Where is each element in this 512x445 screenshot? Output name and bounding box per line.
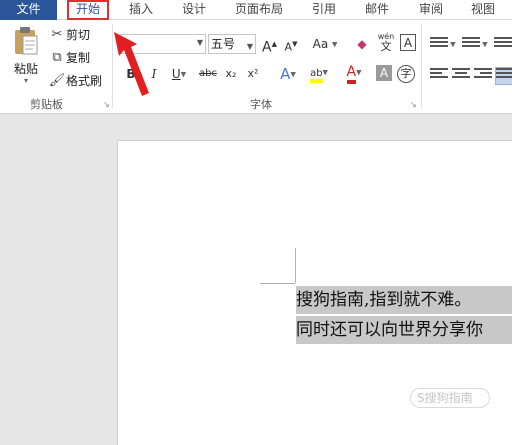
change-case-button[interactable]: Aa ▼ [310, 34, 340, 54]
font-color-button[interactable]: A▼ [340, 62, 368, 84]
chevron-down-icon[interactable]: ▼ [449, 34, 457, 54]
underline-button[interactable]: U▼ [168, 64, 190, 84]
superscript-button[interactable]: x² [244, 64, 262, 84]
group-divider [421, 24, 422, 108]
grow-font-icon: A [262, 39, 272, 56]
italic-button[interactable]: I [148, 64, 160, 84]
clipboard-group-label: 剪贴板 [30, 98, 63, 111]
chevron-down-icon[interactable]: ▼ [197, 38, 203, 47]
strikethrough-button[interactable]: abc [198, 64, 218, 84]
format-painter-button[interactable]: 🖌格式刷 [48, 72, 102, 90]
scissors-icon: ✂ [51, 27, 63, 42]
tab-home[interactable]: 开始 [67, 0, 109, 20]
ribbon-tab-bar: 文件 开始 插入 设计 页面布局 引用 邮件 审阅 视图 [0, 0, 512, 20]
clipboard-launcher-icon[interactable]: ↘ [103, 100, 110, 109]
grow-font-button[interactable]: A▲ [262, 34, 277, 56]
shrink-font-icon: A [284, 40, 293, 54]
tab-review[interactable]: 审阅 [410, 0, 452, 20]
ribbon-home: 粘贴 ▾ ✂ 剪切 ⧉ 复制 🖌格式刷 剪贴板 ↘ ▼ 五号 ▼ A▲ A▼ Aa … [0, 20, 512, 114]
align-center-icon[interactable] [452, 68, 470, 84]
tab-file[interactable]: 文件 [0, 0, 57, 20]
tab-page-layout[interactable]: 页面布局 [228, 0, 290, 20]
copy-icon: ⧉ [52, 50, 62, 65]
underline-icon: U [171, 67, 181, 81]
cut-button[interactable]: ✂ 剪切 [48, 26, 90, 44]
change-case-icon: Aa [312, 37, 329, 51]
document-text-line[interactable]: 搜狗指南,指到就不难。 [296, 286, 512, 314]
document-text-line[interactable]: 同时还可以向世界分享你 [296, 316, 512, 344]
chevron-down-icon[interactable]: ▾ [8, 77, 44, 85]
font-size-combo[interactable]: 五号 ▼ [208, 34, 256, 54]
phonetic-guide-button[interactable]: wén 文 [376, 32, 396, 52]
tab-insert[interactable]: 插入 [120, 0, 162, 20]
shrink-font-button[interactable]: A▼ [284, 34, 298, 54]
highlight-button[interactable]: ab▼ [306, 62, 332, 83]
crop-mark [260, 283, 295, 284]
clear-format-button[interactable]: ◆ [352, 34, 372, 54]
bullets-icon[interactable] [430, 37, 448, 53]
format-painter-label: 格式刷 [66, 74, 103, 88]
character-border-button[interactable]: A [400, 34, 416, 51]
align-left-icon[interactable] [430, 68, 448, 84]
font-color-icon: A [346, 64, 357, 84]
font-group-label: 字体 [250, 98, 272, 111]
paste-label: 粘贴 [13, 62, 38, 76]
text-effects-button[interactable]: A▼ [276, 64, 300, 84]
text-effects-icon: A [280, 65, 291, 83]
enclose-characters-button[interactable]: 字 [397, 65, 415, 83]
chevron-down-icon[interactable]: ▼ [247, 38, 253, 56]
cut-label: 剪切 [66, 28, 91, 42]
tab-view[interactable]: 视图 [462, 0, 504, 20]
subscript-button[interactable]: x₂ [222, 64, 240, 84]
highlighter-icon: ab [310, 68, 323, 83]
tab-design[interactable]: 设计 [173, 0, 215, 20]
multilevel-list-icon[interactable] [494, 37, 512, 53]
copy-label: 复制 [66, 51, 91, 65]
tab-references[interactable]: 引用 [303, 0, 345, 20]
character-border-icon: A [403, 36, 413, 50]
font-size-value: 五号 [211, 37, 236, 51]
chevron-down-icon[interactable]: ▼ [481, 34, 489, 54]
bold-button[interactable]: B [124, 64, 138, 84]
eraser-icon: ◆ [357, 37, 367, 51]
clipboard-icon [8, 26, 44, 56]
tab-mailings[interactable]: 邮件 [356, 0, 398, 20]
paintbrush-icon: 🖌 [48, 73, 66, 88]
watermark-logo: S搜狗指南 [410, 388, 490, 408]
font-launcher-icon[interactable]: ↘ [410, 100, 417, 109]
character-shading-button[interactable]: A [376, 65, 392, 81]
paste-button[interactable]: 粘贴 ▾ [8, 26, 44, 90]
crop-mark [295, 248, 296, 283]
group-divider [112, 24, 113, 108]
font-name-combo[interactable]: ▼ [120, 34, 206, 54]
copy-button[interactable]: ⧉ 复制 [48, 49, 90, 67]
align-right-icon[interactable] [474, 68, 492, 84]
justify-icon[interactable] [495, 67, 512, 85]
numbering-icon[interactable] [462, 37, 480, 53]
